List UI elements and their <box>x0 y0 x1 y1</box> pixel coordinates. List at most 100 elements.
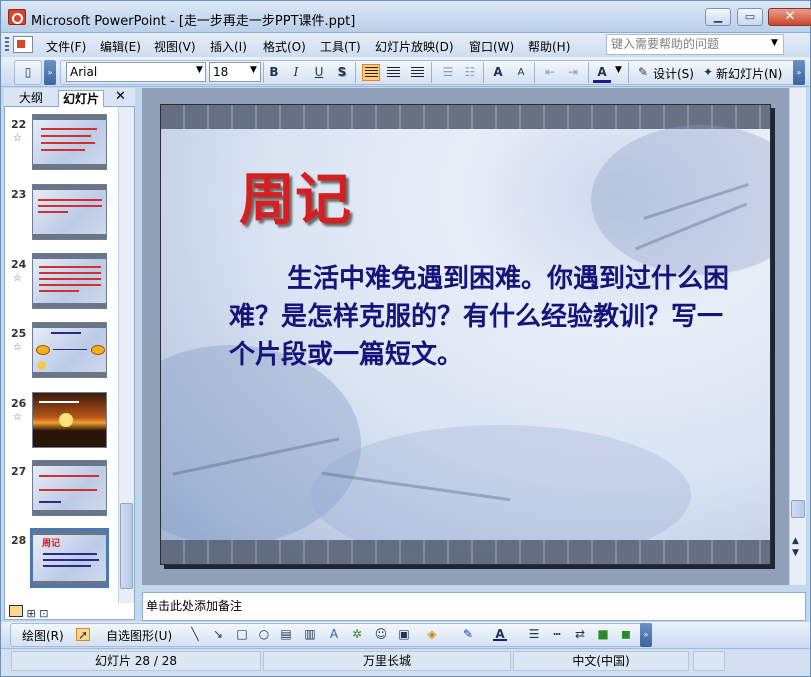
restore-button[interactable]: ▭ <box>737 8 763 26</box>
slide-thumbnail-28[interactable]: 周记 <box>30 528 109 588</box>
line-style-icon[interactable]: ☰ <box>527 628 541 641</box>
slide-sorter-icon[interactable]: ⊞ <box>27 607 36 620</box>
rectangle-icon[interactable]: □ <box>235 628 249 641</box>
powerpoint-icon[interactable] <box>8 9 26 25</box>
help-search-input[interactable]: 键入需要帮助的问题 <box>606 34 784 55</box>
bold-button[interactable]: B <box>265 64 283 81</box>
picture-icon[interactable]: ▣ <box>397 628 411 641</box>
align-center-button[interactable] <box>385 64 403 81</box>
dash-style-icon[interactable]: ┅ <box>550 628 564 641</box>
increase-indent-icon[interactable]: ⇥ <box>564 64 582 81</box>
align-right-button[interactable] <box>408 64 426 81</box>
toolbar-separator <box>588 62 589 83</box>
help-dropdown-icon[interactable]: ▼ <box>771 38 778 48</box>
next-slide-icon[interactable]: ▼ <box>792 548 799 558</box>
tab-slides[interactable]: 幻灯片 <box>58 90 105 107</box>
font-name-select[interactable]: Arial <box>66 62 206 82</box>
underline-button[interactable]: U <box>310 64 328 81</box>
thumbnail-number: 25 <box>11 327 27 340</box>
toolbar-separator <box>628 62 629 83</box>
slide-body-text[interactable]: 生活中难免遇到困难。你遇到过什么困难？是怎样克服的？有什么经验教训？写一个片段或… <box>229 260 729 374</box>
numbering-icon[interactable]: ☰ <box>439 64 457 81</box>
notes-pane[interactable]: 单击此处添加备注 <box>142 592 806 621</box>
oval-icon[interactable]: ○ <box>257 628 271 641</box>
slide-thumbnail-24[interactable] <box>32 253 107 309</box>
normal-view-icon[interactable] <box>9 605 23 617</box>
slide-scroll-thumb[interactable] <box>791 500 805 518</box>
toolbar-overflow-chevron[interactable]: » <box>44 60 56 85</box>
fill-color-icon[interactable]: ◈ <box>425 628 439 641</box>
thumbnail-title: 周记 <box>42 539 61 549</box>
font-dropdown-icon[interactable]: ▼ <box>196 65 203 75</box>
diagram-icon[interactable]: ✲ <box>350 628 364 641</box>
3d-style-icon[interactable]: ◼ <box>619 628 633 641</box>
status-language: 中文(中国) <box>513 651 689 671</box>
drawing-overflow-chevron[interactable]: » <box>640 623 652 647</box>
menu-edit[interactable]: 编辑(E) <box>100 38 141 55</box>
wordart-icon[interactable]: A <box>327 628 341 641</box>
menu-insert[interactable]: 插入(I) <box>210 38 247 55</box>
clipart-icon[interactable]: ☺ <box>374 628 388 641</box>
size-dropdown-icon[interactable]: ▼ <box>250 65 257 75</box>
thumbnail-number: 28 <box>11 534 27 547</box>
animation-star-icon: ☆ <box>13 273 22 284</box>
slide-thumbnail-25[interactable] <box>32 322 107 378</box>
slide-bottom-border <box>161 540 770 564</box>
italic-button[interactable]: I <box>287 64 305 81</box>
close-button[interactable]: ✕ <box>768 8 811 26</box>
draw-menu-button[interactable]: 绘图(R) <box>22 627 64 644</box>
font-color-dropdown-icon[interactable]: ▼ <box>615 65 622 75</box>
menu-help[interactable]: 帮助(H) <box>528 38 570 55</box>
grow-font-button[interactable]: A <box>489 64 507 81</box>
line-icon[interactable]: ╲ <box>188 628 202 641</box>
new-slide-button[interactable]: 新幻灯片(N) <box>716 65 782 82</box>
menu-format[interactable]: 格式(O) <box>263 38 306 55</box>
shadow-style-icon[interactable]: ■ <box>596 628 610 641</box>
decrease-indent-icon[interactable]: ⇤ <box>541 64 559 81</box>
shrink-font-button[interactable]: A <box>512 64 530 81</box>
slides-panel-scroll-thumb[interactable] <box>120 503 133 589</box>
bullets-icon[interactable]: ☷ <box>461 64 479 81</box>
textbox-icon[interactable]: ▤ <box>279 628 293 641</box>
menu-file[interactable]: 文件(F) <box>46 38 86 55</box>
previous-slide-icon[interactable]: ▲ <box>792 536 799 546</box>
menubar-grip[interactable] <box>5 37 9 53</box>
line-color-icon[interactable]: ✎ <box>461 628 475 641</box>
slides-panel-scrollbar[interactable] <box>118 107 134 603</box>
slideshow-icon[interactable]: ⊡ <box>39 607 48 620</box>
menu-window[interactable]: 窗口(W) <box>469 38 514 55</box>
autoshapes-button[interactable]: 自选图形(U) <box>106 627 172 644</box>
panel-close-icon[interactable]: ✕ <box>115 89 126 104</box>
status-design-name[interactable]: 万里长城 <box>263 651 511 671</box>
current-slide[interactable]: 周记 生活中难免遇到困难。你遇到过什么困难？是怎样克服的？有什么经验教训？写一个… <box>160 104 771 565</box>
mist-decoration <box>591 125 770 275</box>
font-color-button[interactable]: A <box>593 64 611 83</box>
slide-thumbnail-22[interactable] <box>32 114 107 170</box>
vertical-textbox-icon[interactable]: ▥ <box>303 628 317 641</box>
toolbar-overflow-chevron[interactable]: » <box>793 60 805 85</box>
menu-slideshow[interactable]: 幻灯片放映(D) <box>375 38 454 55</box>
menu-tools[interactable]: 工具(T) <box>320 38 361 55</box>
design-button[interactable]: 设计(S) <box>653 65 694 82</box>
thumbnail-number: 23 <box>11 188 27 201</box>
thumbnail-number: 24 <box>11 258 27 271</box>
slide-thumbnail-26[interactable] <box>32 392 107 448</box>
document-icon[interactable] <box>13 36 33 53</box>
slide-scrollbar[interactable]: ▲ ▼ <box>789 88 806 585</box>
new-document-icon[interactable]: ▯ <box>19 64 37 81</box>
arrow-icon[interactable]: ↘ <box>211 628 225 641</box>
arrow-style-icon[interactable]: ⇄ <box>573 628 587 641</box>
slide-thumbnail-27[interactable] <box>32 460 107 516</box>
select-pointer-icon[interactable]: ➚ <box>76 628 90 642</box>
font-color-icon[interactable]: A <box>493 628 507 641</box>
slide-title[interactable]: 周记 <box>239 155 351 236</box>
thumbnail-number: 22 <box>11 118 27 131</box>
design-icon[interactable]: ✎ <box>634 64 652 81</box>
shadow-button[interactable]: S <box>333 64 351 81</box>
align-left-button[interactable] <box>362 64 380 81</box>
slide-thumbnail-23[interactable] <box>32 184 107 240</box>
menu-view[interactable]: 视图(V) <box>154 38 196 55</box>
minimize-button[interactable]: ▁ <box>705 8 731 26</box>
tab-outline[interactable]: 大纲 <box>15 90 47 107</box>
new-slide-icon[interactable]: ✦ <box>699 64 717 81</box>
